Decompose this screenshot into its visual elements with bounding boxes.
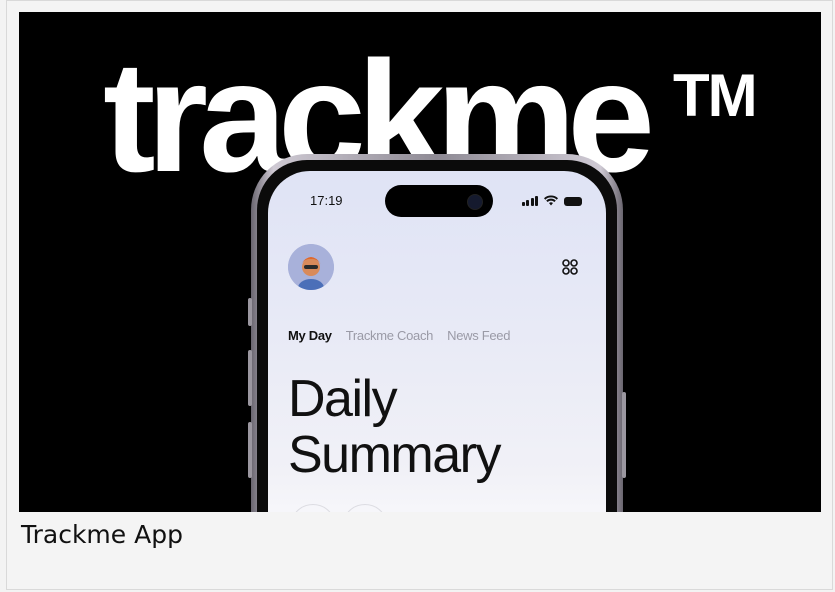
activity-rings [290, 504, 388, 512]
wifi-icon [544, 195, 558, 206]
tab-news-feed[interactable]: News Feed [447, 328, 510, 343]
status-time: 17:19 [310, 193, 343, 208]
volume-up-button [248, 350, 252, 406]
power-button [622, 392, 626, 478]
phone-screen: 17:19 My Day Trackme Coach News Feed Dai… [268, 171, 606, 512]
signal-icon [521, 196, 538, 206]
page-title: Daily Summary [288, 370, 501, 484]
status-icons [521, 195, 582, 206]
ring-1 [290, 504, 336, 512]
mute-switch [248, 298, 252, 326]
avatar[interactable] [288, 244, 334, 290]
dynamic-island [385, 185, 493, 217]
grid-icon[interactable] [562, 259, 578, 275]
front-camera [467, 194, 483, 210]
trademark-symbol: TM [673, 62, 758, 129]
battery-icon [564, 197, 582, 206]
hero-image[interactable]: trackme TM 17:19 My Day Trackme Coach Ne… [19, 12, 821, 512]
tab-trackme-coach[interactable]: Trackme Coach [346, 328, 434, 343]
volume-down-button [248, 422, 252, 478]
image-caption: Trackme App [21, 520, 183, 549]
title-line-1: Daily [288, 370, 398, 428]
ring-2 [342, 504, 388, 512]
avatar-illustration [288, 244, 334, 290]
phone-bezel: 17:19 My Day Trackme Coach News Feed Dai… [257, 160, 617, 512]
phone-mockup: 17:19 My Day Trackme Coach News Feed Dai… [248, 154, 626, 512]
title-line-2: Summary [288, 426, 501, 484]
tab-bar: My Day Trackme Coach News Feed [288, 328, 510, 343]
tab-my-day[interactable]: My Day [288, 328, 332, 343]
